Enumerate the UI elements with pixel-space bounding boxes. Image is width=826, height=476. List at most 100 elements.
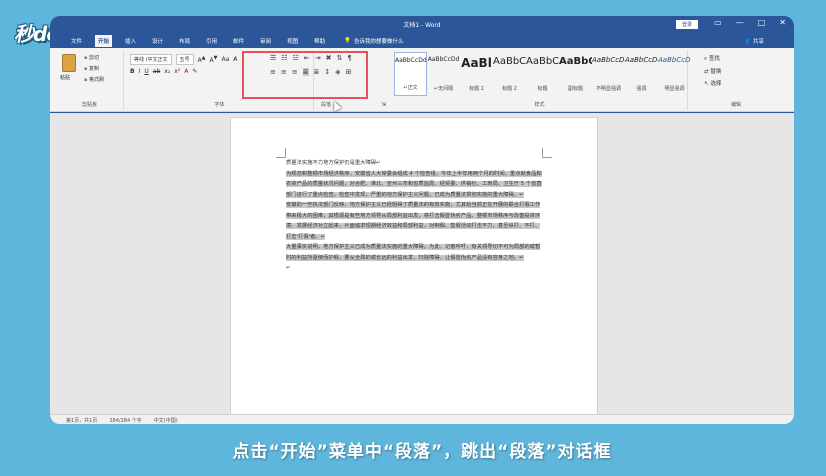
doc-title-line: 质量法实施不力地方保护仍是重大障碍↵ [286,160,381,166]
style-subtle-emphasis[interactable]: AaBbCcDd 不明显强调 [592,52,625,96]
format-painter-button[interactable]: 格式刷 [84,76,104,83]
style-intense-emphasis[interactable]: AaBbCcDd 明显强调 [658,52,691,96]
style-name: ↵无间隔 [433,86,454,92]
change-case-icon[interactable]: Aa [222,56,230,63]
tab-references[interactable]: 引用 [203,35,220,47]
ribbon-display-icon[interactable]: ▭ [714,18,722,27]
numbering-icon[interactable]: ☷ [281,54,287,62]
styles-gallery: AaBbCcDd ↵正文 AaBbCcDd ↵无间隔 AaBl 标题 1 AaB… [394,52,691,96]
minimize-icon[interactable]: — [736,18,744,27]
style-sample: AaBl [461,56,492,70]
style-name: 标题 1 [469,86,484,92]
tab-home[interactable]: 开始 [95,35,113,47]
highlight-icon[interactable]: ✎ [192,68,197,75]
italic-icon[interactable]: I [139,68,141,75]
doc-end-mark: ↵ [286,265,291,271]
tab-layout[interactable]: 布局 [176,35,193,47]
font-name-select[interactable]: 等线 (中文正文 [130,54,172,65]
style-heading-1[interactable]: AaBl 标题 1 [460,52,493,96]
styles-group-label: 样式 [534,102,545,108]
cut-button[interactable]: 剪切 [84,54,104,61]
tab-design[interactable]: 设计 [149,35,166,47]
style-name: 副标题 [567,86,583,92]
close-icon[interactable]: ✕ [779,18,786,27]
shrink-font-icon[interactable]: A▼ [210,55,218,64]
tab-file[interactable]: 文件 [68,35,85,47]
align-left-icon[interactable]: ≡ [270,68,276,76]
copy-button[interactable]: 复制 [84,65,104,72]
tab-view[interactable]: 视图 [284,35,301,47]
tell-me-box[interactable]: 💡 告诉我你想要做什么 [344,37,403,45]
style-name: 标题 [537,86,548,92]
tab-insert[interactable]: 插入 [122,35,139,47]
tab-mailings[interactable]: 邮件 [230,35,247,47]
lightbulb-icon: 💡 [344,38,352,44]
tab-review[interactable]: 审阅 [257,35,274,47]
clipboard-group-label: 剪贴板 [81,102,97,108]
font-size-select[interactable]: 五号 [175,54,194,65]
style-subtitle[interactable]: AaBbC 副标题 [559,52,592,96]
bullets-icon[interactable]: ☰ [270,54,276,62]
decrease-indent-icon[interactable]: ⇤ [304,54,310,62]
maximize-icon[interactable]: □ [758,18,766,27]
replace-button[interactable]: ⇄ 替换 [704,67,721,75]
document-text[interactable]: 质量法实施不力地方保护仍是重大障碍↵ 为规范和整顿市场经济秩序，安徽省人大常委会… [286,158,544,274]
chinese-layout-icon[interactable]: ✖ [326,54,332,62]
style-title[interactable]: AaBbC 标题 [526,52,559,96]
line-spacing-icon[interactable]: ↕ [324,68,330,76]
select-button[interactable]: ↖ 选择 [704,79,721,87]
style-name: 不明显强调 [595,86,621,92]
login-button[interactable]: 登录 [675,20,698,29]
multilevel-icon[interactable]: ☳ [293,54,299,62]
superscript-icon[interactable]: x² [174,68,180,75]
paragraph-dialog-launcher-icon[interactable]: ⇲ [381,101,386,108]
crop-mark [276,148,286,158]
style-normal[interactable]: AaBbCcDd ↵正文 [394,52,427,96]
strikethrough-icon[interactable]: ab [153,68,161,75]
sort-icon[interactable]: ⇅ [336,54,342,62]
underline-icon[interactable]: U [144,68,148,75]
document-page[interactable]: 质量法实施不力地方保护仍是重大障碍↵ 为规范和整顿市场经济秩序，安徽省人大常委会… [230,117,598,417]
status-words[interactable]: 284/284 个字 [109,417,141,424]
paste-label[interactable]: 粘贴 [60,74,70,81]
style-sample: AaBbC [526,56,559,67]
grow-font-icon[interactable]: A▲ [198,55,206,64]
ribbon-tabs: 文件 开始 插入 设计 布局 引用 邮件 审阅 视图 帮助 💡 告诉我你想要做什… [50,34,794,48]
status-language[interactable]: 中文(中国) [154,417,178,424]
editing-group: ⌕ 查找 ⇄ 替换 ↖ 选择 编辑 [696,50,776,110]
paragraph-row-1: ☰ ☷ ☳ ⇤ ⇥ ✖ ⇅ ¶ [270,54,352,62]
align-center-icon[interactable]: ≡ [281,68,287,76]
style-sample: AaBbCcDd [592,56,625,64]
style-no-spacing[interactable]: AaBbCcDd ↵无间隔 [427,52,460,96]
tab-help[interactable]: 帮助 [311,35,328,47]
shading-icon[interactable]: ◈ [335,68,340,76]
font-color-icon[interactable]: A [184,68,188,75]
style-heading-2[interactable]: AaBbC 标题 2 [493,52,526,96]
clear-format-icon[interactable]: A̸ [233,56,237,63]
clipboard-items: 剪切 复制 格式刷 [84,54,104,83]
style-name: 强调 [636,86,647,92]
share-button[interactable]: 👤 共享 [744,37,764,45]
style-emphasis[interactable]: AaBbCcDd 强调 [625,52,658,96]
paragraph-group: ☰ ☷ ☳ ⇤ ⇥ ✖ ⇅ ¶ ≡ ≡ ≡ ≣ ≣ ↕ ◈ ⊞ 段落 ⇲ [264,50,388,110]
style-sample: AaBbCcDd [625,56,658,64]
style-sample: AaBbCcDd [658,56,691,64]
person-icon: 👤 [744,39,752,45]
borders-icon[interactable]: ⊞ [346,68,352,76]
align-right-icon[interactable]: ≡ [292,68,298,76]
find-button[interactable]: ⌕ 查找 [704,54,721,63]
subtitle-caption: 点击“开始”菜单中“段落”，跳出“段落”对话框 [232,441,612,462]
distribute-icon[interactable]: ≣ [314,68,320,76]
paste-icon[interactable] [62,54,76,72]
justify-icon[interactable]: ≣ [302,68,309,76]
increase-indent-icon[interactable]: ⇥ [315,54,321,62]
doc-paragraph-1: 为规范和整顿市场经济秩序，安徽省人大常委会组成 4 个检查组，今年上半年用两个月… [286,170,542,198]
crop-mark [542,148,552,158]
status-pages[interactable]: 第1页，共1页 [66,417,97,424]
show-marks-icon[interactable]: ¶ [347,54,351,62]
subscript-icon[interactable]: x₂ [164,68,170,75]
bold-icon[interactable]: B [130,68,135,75]
styles-group: AaBbCcDd ↵正文 AaBbCcDd ↵无间隔 AaBl 标题 1 AaB… [392,50,691,110]
style-sample: AaBbC [493,56,526,67]
tell-me-text: 告诉我你想要做什么 [354,39,404,45]
